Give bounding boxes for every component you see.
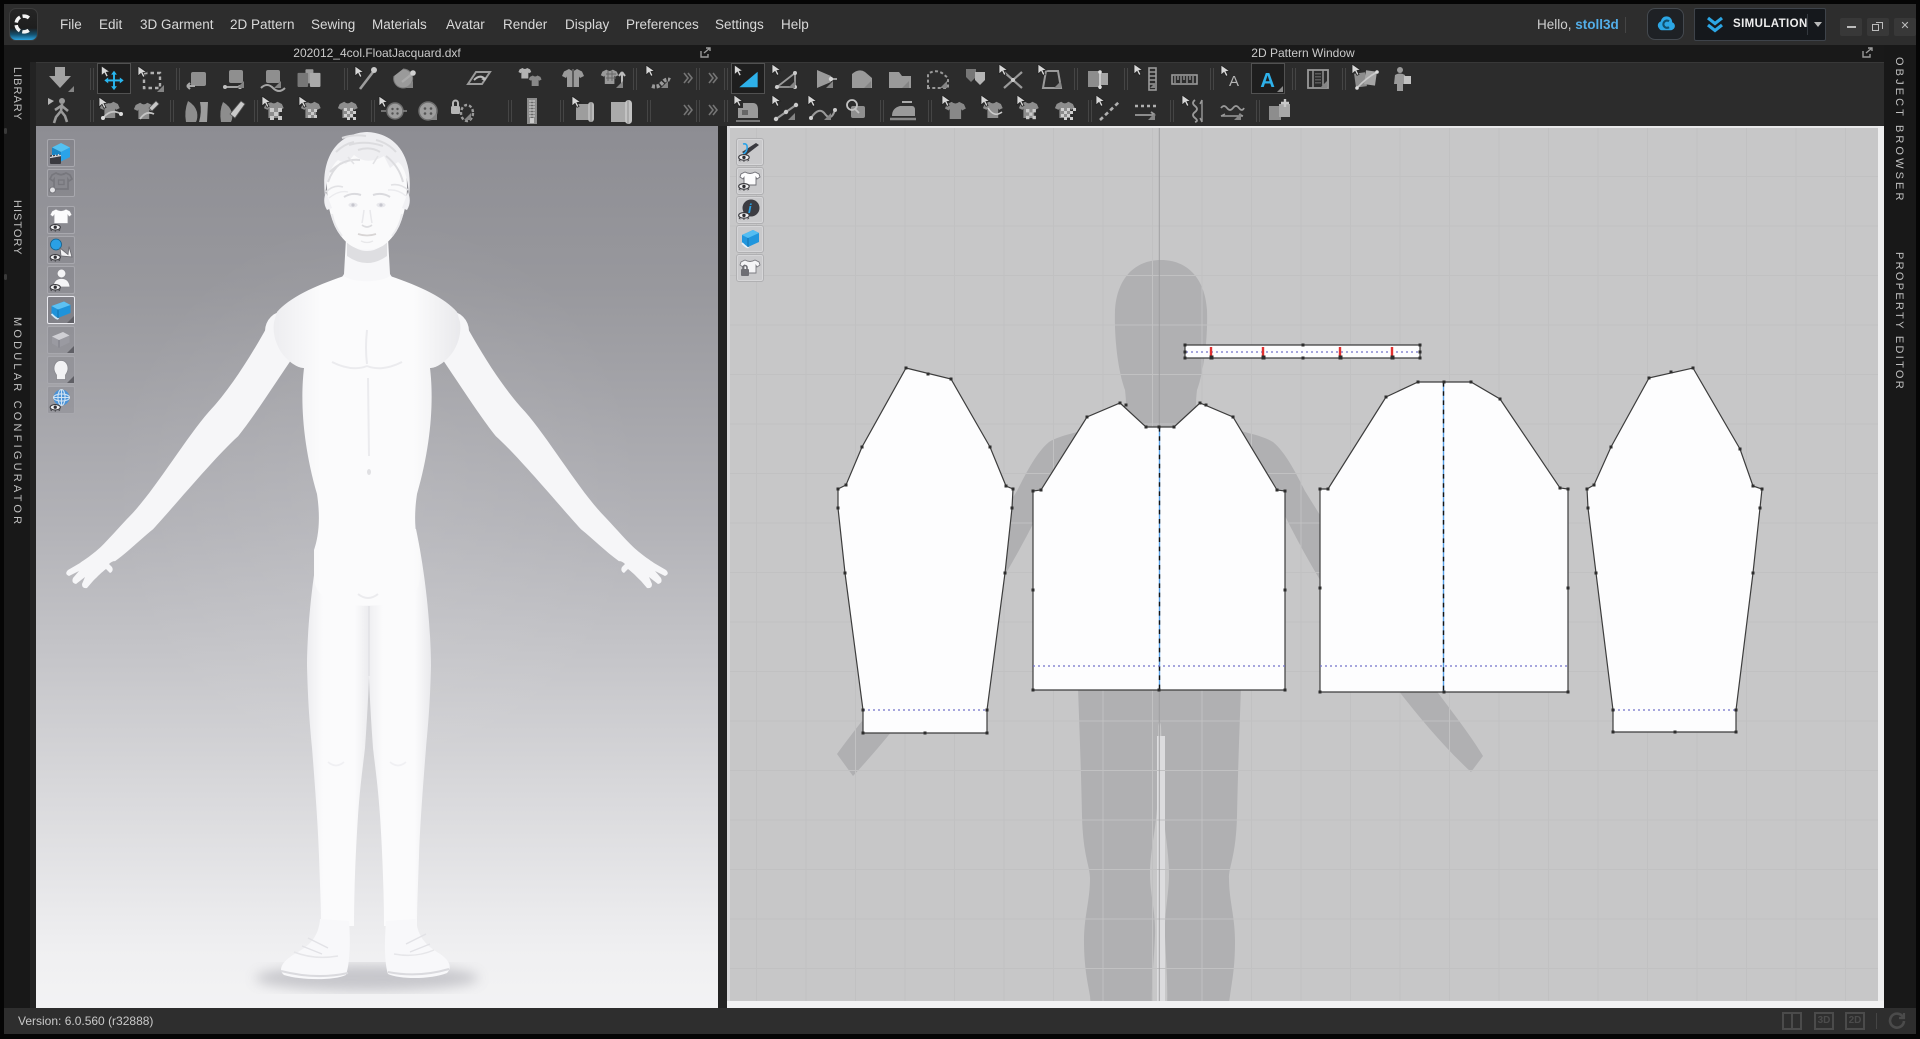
svg-text:A: A [1260, 70, 1275, 92]
svg-text:A: A [1229, 73, 1239, 90]
